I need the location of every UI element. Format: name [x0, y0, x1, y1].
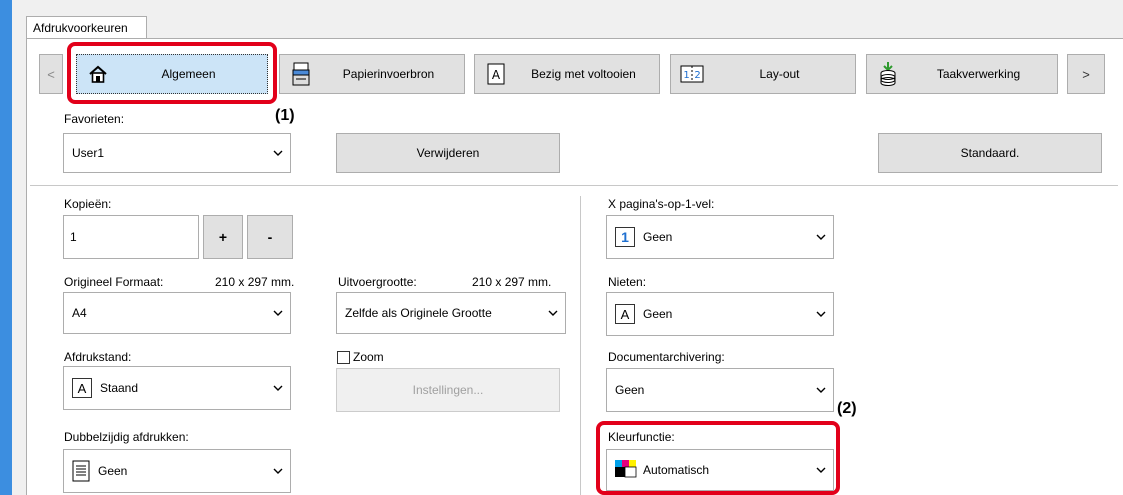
orientation-value: Staand	[100, 381, 139, 395]
svg-text:1: 1	[683, 70, 689, 81]
checkbox-box[interactable]	[337, 350, 350, 364]
chevron-down-icon	[809, 311, 833, 317]
chevron-down-icon	[266, 310, 290, 316]
color-mode-label: Kleurfunctie:	[608, 430, 675, 444]
output-size-select[interactable]: Zelfde als Originele Grootte	[336, 292, 566, 334]
tab-bezig-met-voltooien-label: Bezig met voltooien	[531, 67, 636, 81]
window-left-edge	[0, 0, 12, 495]
layout-icon: 12	[680, 62, 704, 86]
tab-lay-out-label: Lay-out	[759, 67, 800, 81]
delete-button[interactable]: Verwijderen	[336, 133, 560, 173]
chevron-down-icon	[809, 467, 833, 473]
tab-afdrukvoorkeuren[interactable]: Afdrukvoorkeuren	[26, 16, 147, 39]
zoom-settings-label: Instellingen...	[412, 383, 484, 397]
tab-papierinvoerbron-label: Papierinvoerbron	[342, 67, 435, 81]
chevron-down-icon	[266, 468, 290, 474]
job-handling-icon	[876, 62, 900, 86]
chevron-down-icon	[266, 150, 290, 156]
output-size-dims: 210 x 297 mm.	[472, 275, 552, 289]
staple-icon: A	[615, 304, 635, 324]
n-up-label: X pagina's-op-1-vel:	[608, 197, 715, 211]
copies-plus-button[interactable]: +	[203, 215, 243, 259]
n-up-select[interactable]: 1 Geen	[606, 215, 834, 259]
preferences-panel	[26, 38, 1123, 495]
favorites-select[interactable]: User1	[63, 133, 291, 173]
color-auto-icon	[615, 460, 637, 480]
original-size-label: Origineel Formaat:	[64, 275, 164, 289]
tab-title: Afdrukvoorkeuren	[33, 21, 128, 35]
svg-text:A: A	[492, 68, 501, 82]
nav-prev-button[interactable]: <	[39, 54, 63, 94]
portrait-icon: A	[72, 378, 92, 398]
paper-tray-icon	[289, 62, 313, 86]
default-button-label: Standaard.	[960, 146, 1020, 160]
staple-value: Geen	[643, 307, 673, 321]
output-size-value: Zelfde als Originele Grootte	[345, 306, 492, 320]
minus-icon: -	[267, 229, 273, 245]
chevron-down-icon	[809, 234, 833, 240]
color-mode-select[interactable]: Automatisch	[606, 449, 834, 491]
column-divider	[580, 196, 581, 495]
callout-1-number: (1)	[275, 107, 295, 124]
zoom-settings-button[interactable]: Instellingen...	[336, 368, 560, 412]
n-up-value: Geen	[643, 230, 673, 244]
favorites-value: User1	[72, 146, 105, 160]
single-sided-icon	[72, 460, 90, 482]
n-up-icon: 1	[615, 227, 635, 247]
color-mode-value: Automatisch	[643, 463, 710, 477]
staple-select[interactable]: A Geen	[606, 292, 834, 336]
delete-button-label: Verwijderen	[416, 146, 480, 160]
chevron-down-icon	[809, 387, 833, 393]
copies-minus-button[interactable]: -	[247, 215, 293, 259]
favorites-label: Favorieten:	[64, 112, 125, 126]
copies-input[interactable]: 1	[63, 215, 199, 259]
staple-label: Nieten:	[608, 275, 647, 289]
orientation-select[interactable]: A Staand	[63, 366, 291, 410]
orientation-label: Afdrukstand:	[64, 350, 132, 364]
zoom-checkbox[interactable]: Zoom	[337, 350, 384, 364]
tab-lay-out[interactable]: 12 Lay-out	[670, 54, 856, 94]
tab-bezig-met-voltooien[interactable]: A Bezig met voltooien	[474, 54, 660, 94]
callout-2-number: (2)	[837, 400, 857, 417]
finishing-icon: A	[484, 62, 508, 86]
zoom-label: Zoom	[353, 350, 384, 364]
divider	[30, 185, 1118, 186]
chevron-down-icon	[266, 385, 290, 391]
default-button[interactable]: Standaard.	[878, 133, 1102, 173]
chevron-left-icon: <	[47, 66, 55, 82]
callout-1-highlight	[67, 42, 277, 104]
copies-value: 1	[70, 230, 77, 244]
output-size-label: Uitvoergrootte:	[338, 275, 417, 289]
duplex-value: Geen	[98, 464, 128, 478]
original-size-value: A4	[72, 306, 87, 320]
svg-text:2: 2	[694, 70, 700, 81]
nav-next-button[interactable]: >	[1067, 54, 1105, 94]
chevron-right-icon: >	[1082, 66, 1090, 82]
plus-icon: +	[218, 229, 228, 245]
original-size-dims: 210 x 297 mm.	[215, 275, 295, 289]
tab-papierinvoerbron[interactable]: Papierinvoerbron	[279, 54, 465, 94]
original-size-select[interactable]: A4	[63, 292, 291, 334]
duplex-label: Dubbelzijdig afdrukken:	[64, 430, 189, 444]
copies-label: Kopieën:	[64, 197, 112, 211]
doc-filing-select[interactable]: Geen	[606, 368, 834, 412]
chevron-down-icon	[541, 310, 565, 316]
duplex-select[interactable]: Geen	[63, 449, 291, 493]
doc-filing-value: Geen	[615, 383, 645, 397]
tab-taakverwerking[interactable]: Taakverwerking	[866, 54, 1058, 94]
doc-filing-label: Documentarchivering:	[608, 350, 725, 364]
tab-taakverwerking-label: Taakverwerking	[936, 67, 1021, 81]
